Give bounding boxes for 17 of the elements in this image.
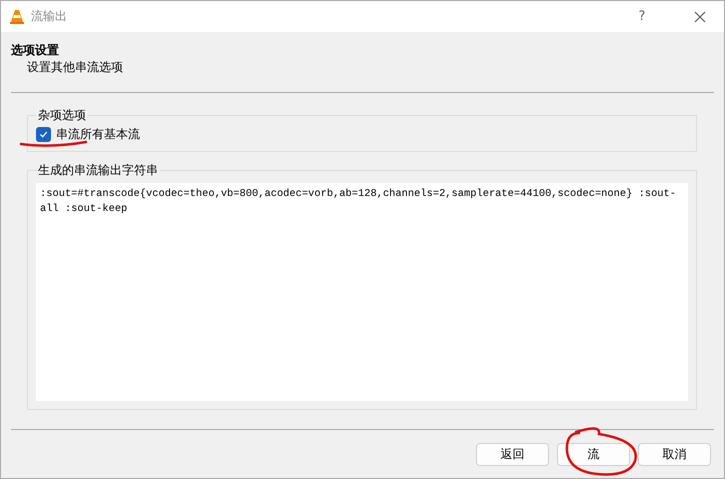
close-icon[interactable] xyxy=(694,10,706,22)
dialog-button[interactable]: 返回 xyxy=(476,443,549,466)
checkbox[interactable] xyxy=(36,127,51,142)
underline-mark xyxy=(20,140,88,147)
dialog-button[interactable]: 流 xyxy=(557,443,630,466)
group-title: 生成的串流输出字符串 xyxy=(37,162,159,179)
check-icon xyxy=(39,130,48,139)
checkbox-label: 串流所有基本流 xyxy=(56,126,140,143)
cone-icon xyxy=(9,8,25,24)
output-field[interactable]: :sout=#transcode{vcodec=theo,vb=800,acodec=vorb,ab=128,channels=2,samplerate=44100,scodec=none} :sout-all :sout-keep xyxy=(36,183,688,401)
help-button[interactable]: ? xyxy=(632,9,652,24)
window-title: 流输出 xyxy=(31,8,68,25)
section-subtitle: 设置其他串流选项 xyxy=(26,59,124,76)
group-title: 杂项选项 xyxy=(37,107,87,124)
dialog-button[interactable]: 取消 xyxy=(638,443,711,466)
section-title: 选项设置 xyxy=(11,42,60,59)
circle-mark xyxy=(566,427,637,476)
